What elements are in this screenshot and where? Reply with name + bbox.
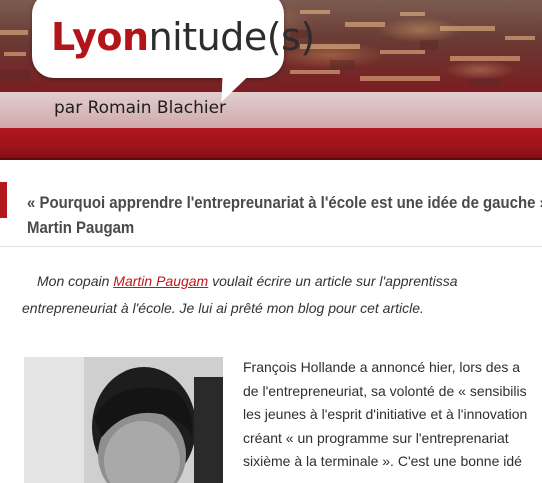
- logo-dark-part: nitude(s): [148, 15, 316, 59]
- post-title[interactable]: « Pourquoi apprendre l'entrepreunariat à…: [27, 190, 542, 240]
- post-title-line1[interactable]: « Pourquoi apprendre l'entrepreunariat à…: [27, 193, 542, 212]
- title-divider: [0, 246, 542, 247]
- post-title-line2[interactable]: Martin Paugam: [27, 215, 542, 240]
- site-byline: par Romain Blachier: [54, 98, 227, 118]
- site-logo[interactable]: Lyonnitude(s): [51, 14, 315, 60]
- site-header: Lyonnitude(s) par Romain Blachier: [0, 0, 542, 160]
- post-title-accent-bar: [0, 182, 7, 218]
- post-intro: Mon copain Martin Paugam voulait écrire …: [22, 273, 458, 316]
- post-body: François Hollande a annoncé hier, lors d…: [243, 359, 528, 469]
- author-link[interactable]: Martin Paugam: [113, 273, 208, 289]
- author-photo: [24, 357, 223, 483]
- logo-red-part: Lyon: [51, 15, 149, 59]
